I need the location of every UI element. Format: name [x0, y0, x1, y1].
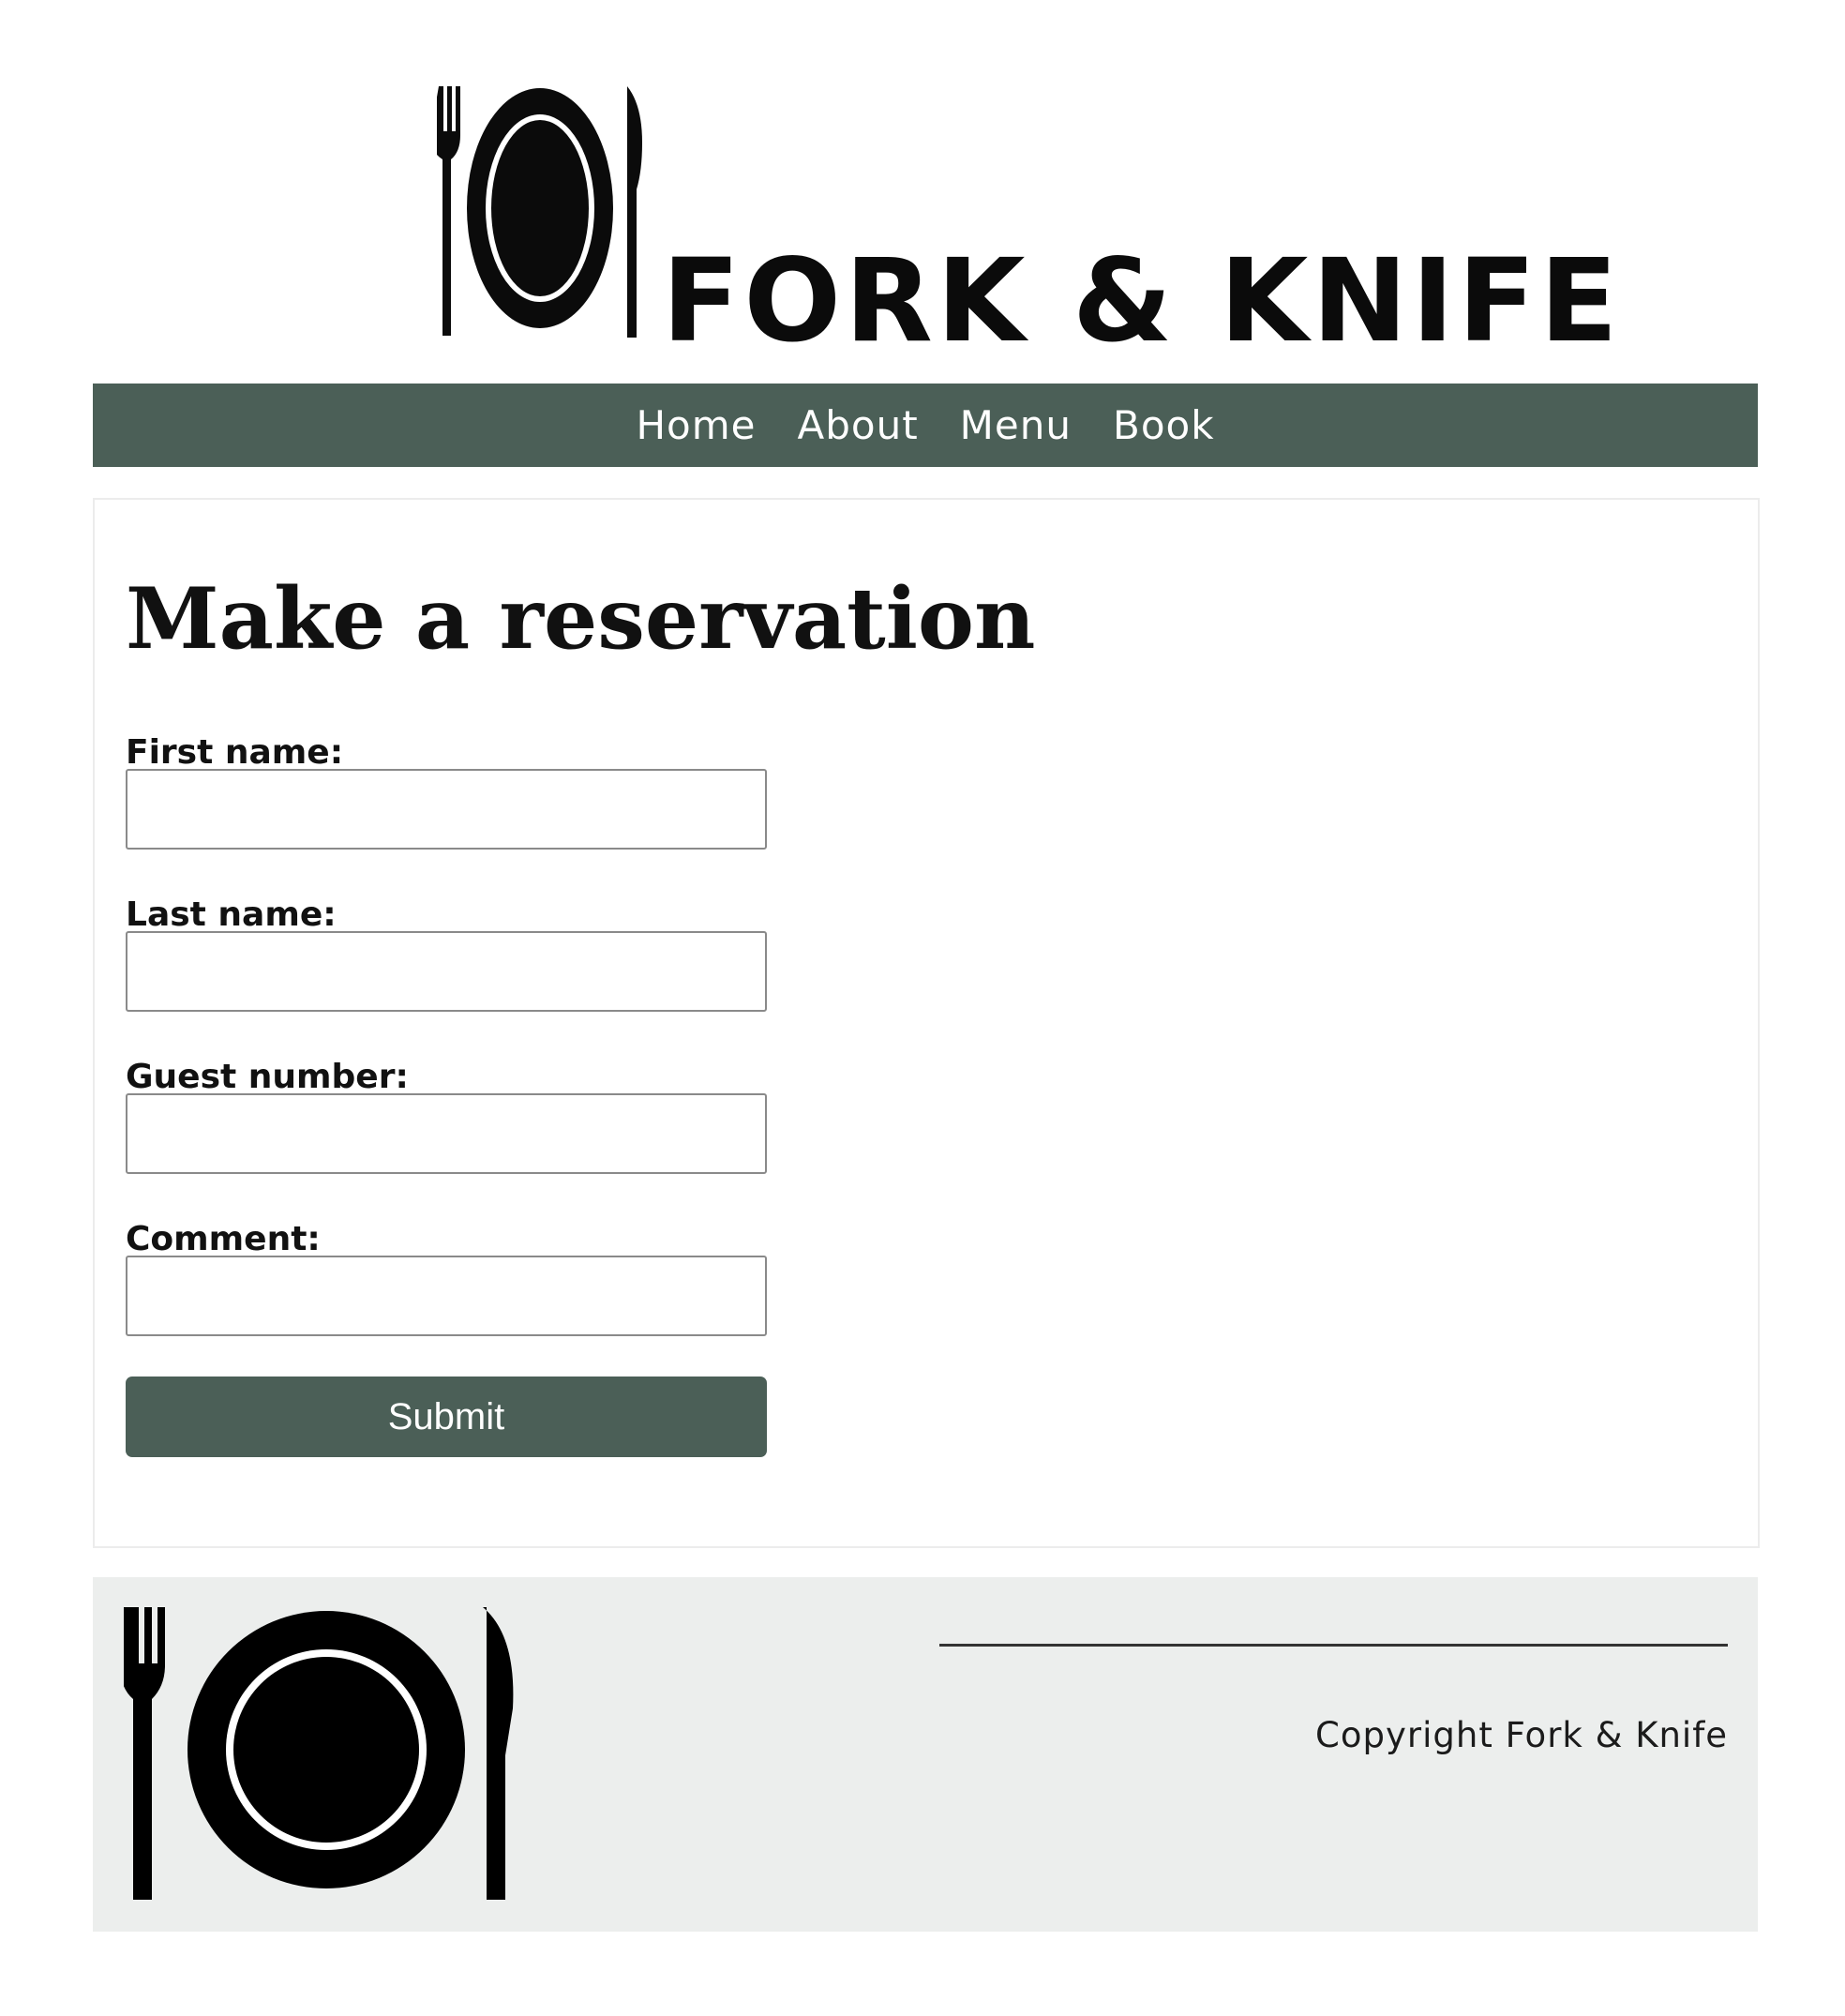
- main-navigation: Home About Menu Book: [93, 384, 1758, 467]
- last-name-input[interactable]: [126, 931, 767, 1012]
- copyright-text: Copyright Fork & Knife: [1315, 1715, 1728, 1755]
- page-title: Make a reservation: [126, 569, 1036, 669]
- logo-text: FORK & KNIFE: [662, 234, 1622, 368]
- guest-number-input[interactable]: [126, 1093, 767, 1174]
- fork-plate-knife-icon: [124, 1607, 514, 1900]
- nav-link-about[interactable]: About: [797, 405, 918, 445]
- comment-label: Comment:: [126, 1220, 321, 1258]
- nav-link-home[interactable]: Home: [636, 405, 756, 445]
- site-footer: Copyright Fork & Knife: [93, 1577, 1758, 1932]
- submit-button[interactable]: Submit: [126, 1377, 767, 1457]
- nav-link-menu[interactable]: Menu: [960, 405, 1072, 445]
- comment-input[interactable]: [126, 1256, 767, 1336]
- reservation-section: Make a reservation First name: Last name…: [93, 498, 1760, 1548]
- first-name-label: First name:: [126, 733, 344, 772]
- guest-number-label: Guest number:: [126, 1058, 409, 1096]
- site-logo[interactable]: FORK & KNIFE: [437, 86, 1618, 358]
- fork-plate-knife-icon: [437, 86, 642, 338]
- first-name-input[interactable]: [126, 769, 767, 850]
- last-name-label: Last name:: [126, 895, 337, 934]
- nav-link-book[interactable]: Book: [1113, 405, 1215, 445]
- footer-divider: [939, 1644, 1728, 1647]
